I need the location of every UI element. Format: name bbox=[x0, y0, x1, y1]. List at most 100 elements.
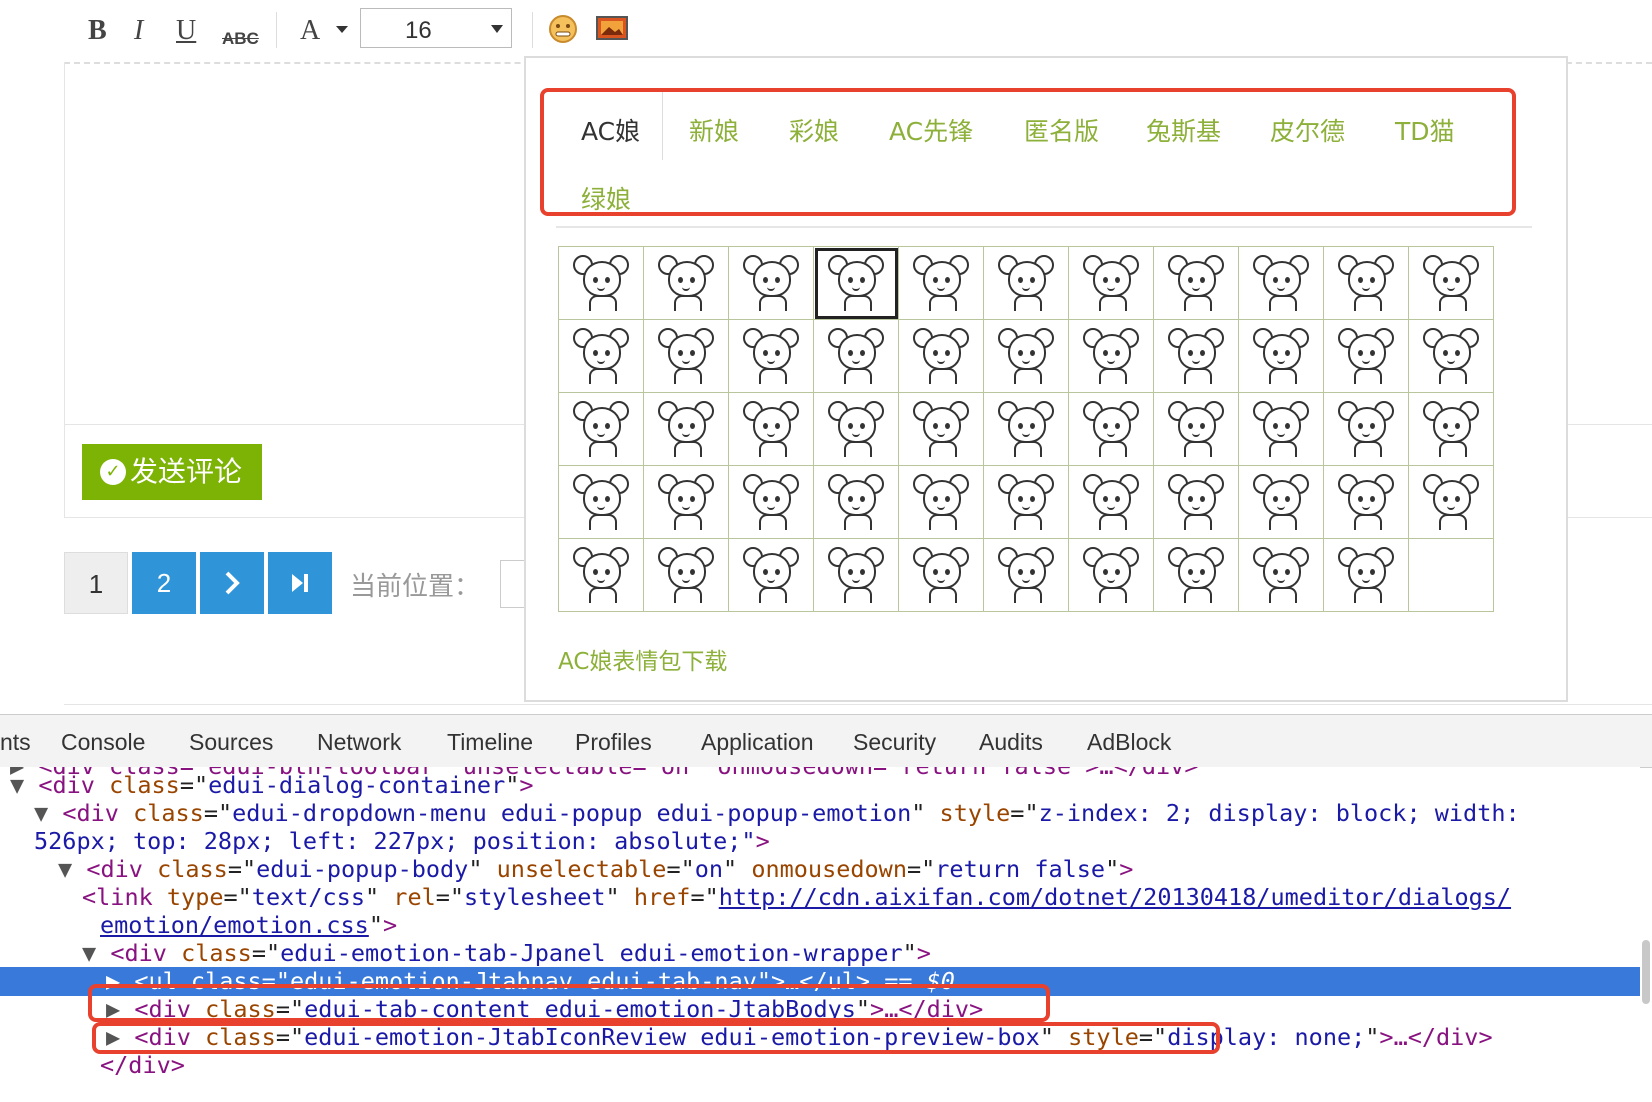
ac-niang-emoji-icon bbox=[1334, 251, 1398, 311]
send-comment-button[interactable]: ✓ 发送评论 bbox=[82, 444, 262, 500]
emoji-cell[interactable] bbox=[1323, 319, 1409, 393]
page-1-button[interactable]: 1 bbox=[64, 552, 128, 614]
emoji-cell[interactable] bbox=[1068, 246, 1154, 320]
ac-niang-emoji-icon bbox=[1334, 543, 1398, 603]
italic-button[interactable]: I bbox=[134, 14, 143, 48]
emoji-cell[interactable] bbox=[1068, 392, 1154, 466]
tab-audits[interactable]: Audits bbox=[979, 729, 1043, 756]
dom-node-line[interactable]: </div> bbox=[0, 1051, 1640, 1080]
emoji-cell[interactable] bbox=[728, 538, 814, 612]
tab-security[interactable]: Security bbox=[853, 729, 936, 756]
emoji-cell[interactable] bbox=[1068, 465, 1154, 539]
chevron-down-icon[interactable] bbox=[336, 26, 348, 33]
emoji-cell[interactable] bbox=[1153, 538, 1239, 612]
emoji-cell[interactable] bbox=[1408, 465, 1494, 539]
dom-node-line[interactable]: ▼ <div class="edui-dialog-container"> bbox=[0, 771, 1640, 800]
emoji-cell[interactable] bbox=[898, 246, 984, 320]
emoji-cell[interactable] bbox=[813, 246, 899, 320]
emoji-cell[interactable] bbox=[643, 246, 729, 320]
emoji-cell[interactable] bbox=[643, 465, 729, 539]
emoji-cell[interactable] bbox=[983, 465, 1069, 539]
tab-elements[interactable]: nts bbox=[0, 729, 31, 756]
emoji-cell[interactable] bbox=[983, 246, 1069, 320]
emoji-cell[interactable] bbox=[643, 538, 729, 612]
emoji-cell[interactable] bbox=[1238, 538, 1324, 612]
emoji-cell[interactable] bbox=[898, 465, 984, 539]
emoji-cell[interactable] bbox=[558, 246, 644, 320]
emoji-cell[interactable] bbox=[1408, 319, 1494, 393]
ac-niang-emoji-icon bbox=[569, 324, 633, 384]
emoji-cell[interactable] bbox=[898, 319, 984, 393]
emoji-cell[interactable] bbox=[1238, 246, 1324, 320]
ac-niang-emoji-icon bbox=[909, 397, 973, 457]
emoji-cell[interactable] bbox=[728, 319, 814, 393]
emoji-cell[interactable] bbox=[558, 538, 644, 612]
emoji-cell[interactable] bbox=[1323, 538, 1409, 612]
emoji-cell[interactable] bbox=[898, 392, 984, 466]
devtools-scrollbar[interactable] bbox=[1642, 940, 1650, 1004]
dom-node-line[interactable]: <link type="text/css" rel="stylesheet" h… bbox=[0, 883, 1640, 912]
emoji-cell[interactable] bbox=[1323, 392, 1409, 466]
strikethrough-button[interactable]: ABC bbox=[222, 22, 259, 56]
emoji-cell[interactable] bbox=[1238, 465, 1324, 539]
next-page-button[interactable] bbox=[200, 552, 264, 614]
dom-node-line[interactable]: ▼ <div class="edui-emotion-tab-Jpanel ed… bbox=[0, 939, 1640, 968]
emoji-cell[interactable] bbox=[1153, 319, 1239, 393]
last-page-button[interactable] bbox=[268, 552, 332, 614]
bold-button[interactable]: B bbox=[88, 14, 107, 48]
current-position-label: 当前位置： bbox=[350, 572, 481, 602]
emoji-cell[interactable] bbox=[1408, 246, 1494, 320]
tab-network[interactable]: Network bbox=[317, 729, 401, 756]
ac-niang-emoji-icon bbox=[654, 324, 718, 384]
dom-node-line[interactable]: 526px; top: 28px; left: 227px; position:… bbox=[0, 827, 1640, 856]
font-size-select[interactable]: 16 bbox=[360, 8, 512, 48]
emoji-cell[interactable] bbox=[983, 538, 1069, 612]
emotion-icon[interactable] bbox=[548, 14, 578, 44]
emoji-cell[interactable] bbox=[728, 465, 814, 539]
emoji-cell[interactable] bbox=[813, 392, 899, 466]
ac-niang-emoji-icon bbox=[994, 397, 1058, 457]
emoji-cell[interactable] bbox=[643, 392, 729, 466]
ac-niang-emoji-icon bbox=[824, 543, 888, 603]
image-icon[interactable] bbox=[596, 16, 628, 42]
dom-node-line[interactable]: ▼ <div class="edui-dropdown-menu edui-po… bbox=[0, 799, 1640, 828]
emoji-cell[interactable] bbox=[898, 538, 984, 612]
emoji-cell[interactable] bbox=[983, 319, 1069, 393]
emoji-cell[interactable] bbox=[558, 465, 644, 539]
emoji-cell[interactable] bbox=[1323, 246, 1409, 320]
emoji-cell[interactable] bbox=[1153, 465, 1239, 539]
font-color-button[interactable]: A bbox=[300, 14, 320, 48]
underline-button[interactable]: U bbox=[176, 14, 196, 48]
emoji-cell[interactable] bbox=[1068, 319, 1154, 393]
tab-divider bbox=[556, 226, 1532, 228]
emoji-cell[interactable] bbox=[728, 246, 814, 320]
emoji-cell[interactable] bbox=[1238, 392, 1324, 466]
emoji-cell[interactable] bbox=[1408, 392, 1494, 466]
ac-niang-emoji-icon bbox=[654, 543, 718, 603]
emoji-cell[interactable] bbox=[813, 465, 899, 539]
dom-node-line[interactable]: ▼ <div class="edui-popup-body" unselecta… bbox=[0, 855, 1640, 884]
emoji-cell[interactable] bbox=[1153, 392, 1239, 466]
tab-console[interactable]: Console bbox=[61, 729, 145, 756]
emoji-cell[interactable] bbox=[728, 392, 814, 466]
emoji-cell[interactable] bbox=[813, 538, 899, 612]
emoji-cell[interactable] bbox=[643, 319, 729, 393]
emoji-cell[interactable] bbox=[1238, 319, 1324, 393]
emoji-cell[interactable] bbox=[1068, 538, 1154, 612]
emoji-cell[interactable] bbox=[558, 319, 644, 393]
emoji-pack-download-link[interactable]: AC娘表情包下载 bbox=[558, 642, 727, 676]
tab-application[interactable]: Application bbox=[701, 729, 814, 756]
tab-sources[interactable]: Sources bbox=[189, 729, 273, 756]
editor-content-area[interactable] bbox=[64, 62, 523, 424]
emoji-cell[interactable] bbox=[813, 319, 899, 393]
dom-node-line[interactable]: emotion/emotion.css"> bbox=[0, 911, 1640, 940]
page-2-button[interactable]: 2 bbox=[132, 552, 196, 614]
emoji-cell[interactable] bbox=[1153, 246, 1239, 320]
emoji-cell[interactable] bbox=[558, 392, 644, 466]
tab-adblock[interactable]: AdBlock bbox=[1087, 729, 1171, 756]
emoji-cell[interactable] bbox=[983, 392, 1069, 466]
emoji-cell[interactable] bbox=[1323, 465, 1409, 539]
tab-timeline[interactable]: Timeline bbox=[447, 729, 533, 756]
tab-profiles[interactable]: Profiles bbox=[575, 729, 652, 756]
emoji-row bbox=[558, 319, 1494, 393]
